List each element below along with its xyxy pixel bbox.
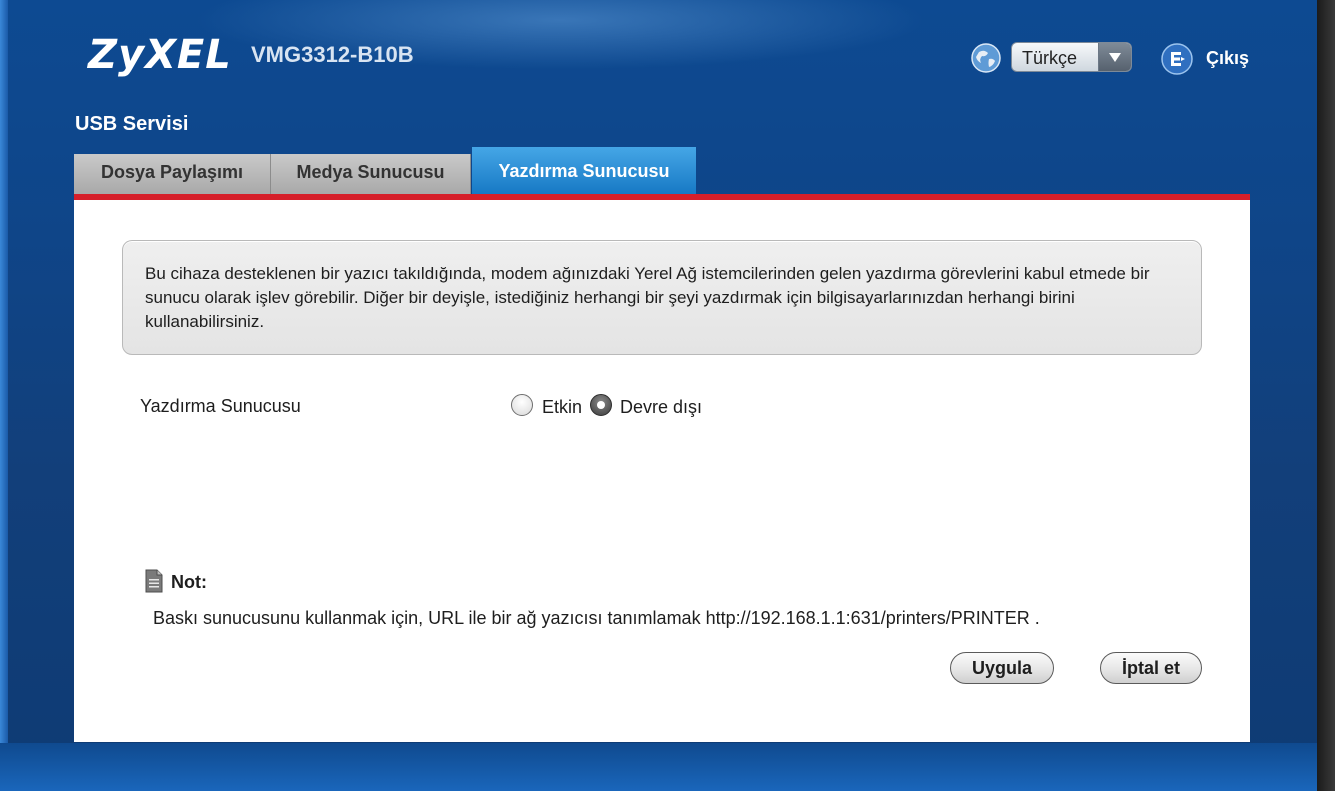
- apply-button[interactable]: Uygula: [950, 652, 1054, 684]
- language-select[interactable]: Türkçe: [1011, 42, 1132, 72]
- content-panel: Bu cihaza desteklenen bir yazıcı takıldı…: [74, 200, 1250, 742]
- info-text: Bu cihaza desteklenen bir yazıcı takıldı…: [145, 264, 1150, 331]
- language-selected-value: Türkçe: [1022, 48, 1078, 68]
- radio-disable-label[interactable]: Devre dışı: [620, 397, 702, 418]
- cancel-button[interactable]: İptal et: [1100, 652, 1202, 684]
- tab-media-server[interactable]: Medya Sunucusu: [271, 154, 471, 195]
- page-title: USB Servisi: [75, 113, 189, 135]
- radio-enable[interactable]: [511, 394, 533, 416]
- tab-print-server[interactable]: Yazdırma Sunucusu: [472, 147, 696, 195]
- info-box: Bu cihaza desteklenen bir yazıcı takıldı…: [122, 240, 1202, 355]
- print-server-label: Yazdırma Sunucusu: [140, 396, 301, 416]
- device-model: VMG3312-B10B: [251, 42, 414, 67]
- footer-strip: [0, 743, 1317, 791]
- tab-file-sharing[interactable]: Dosya Paylaşımı: [74, 154, 271, 195]
- logout-link[interactable]: Çıkış: [1206, 48, 1249, 69]
- note-icon: [145, 569, 163, 593]
- window-edge: [1317, 0, 1335, 791]
- radio-disable[interactable]: [590, 394, 612, 416]
- radio-enable-label[interactable]: Etkin: [542, 397, 582, 418]
- dropdown-arrow-icon[interactable]: [1098, 43, 1131, 71]
- note-text: Baskı sunucusunu kullanmak için, URL ile…: [153, 608, 1040, 628]
- zyxel-logo: ZyXEL: [88, 32, 232, 78]
- logout-icon[interactable]: [1160, 42, 1194, 76]
- note-title: Not:: [171, 572, 207, 592]
- tab-bar: Dosya Paylaşımı Medya Sunucusu Yazdırma …: [74, 147, 1250, 195]
- language-globe-icon: [971, 43, 1001, 73]
